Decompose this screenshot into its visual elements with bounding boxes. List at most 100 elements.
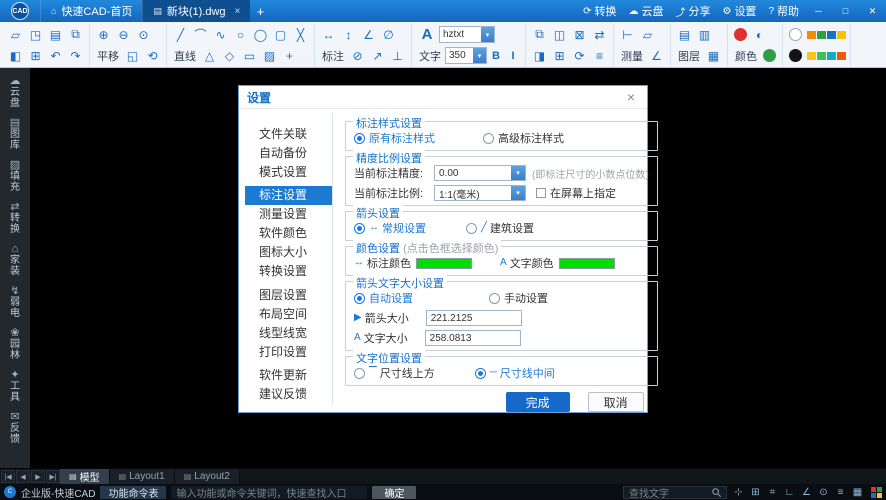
palette-row-1[interactable] (807, 31, 846, 39)
settings-menu-item[interactable]: 文件关联 (245, 125, 332, 144)
line-icon[interactable]: ╱ (171, 25, 190, 44)
save-icon[interactable]: ▤ (46, 25, 65, 44)
snap-icon[interactable]: ⌗ (766, 487, 779, 498)
color-swatch[interactable] (807, 31, 816, 39)
sheet-tab-模型[interactable]: ▤模型 (60, 469, 110, 484)
settings-button[interactable]: ⚙设置 (716, 0, 762, 22)
settings-menu-item[interactable]: 打印设置 (245, 343, 332, 362)
precision-select[interactable]: 0.00 ▾ (434, 165, 526, 181)
invert-color-icon[interactable]: ◐ (750, 25, 769, 44)
arch-arrow-label[interactable]: 建筑设置 (490, 220, 534, 236)
advanced-style-label[interactable]: 高级标注样式 (498, 130, 564, 146)
diamond-icon[interactable]: ◇ (220, 46, 239, 65)
radio-original-style[interactable] (354, 133, 365, 144)
new-file-icon[interactable]: ▱ (6, 25, 25, 44)
find-text-input[interactable]: 查找文字 (623, 486, 727, 499)
text-color-swatch[interactable] (559, 258, 615, 269)
leader-icon[interactable]: ↗ (368, 46, 387, 65)
sheet-nav-button-1[interactable]: ◀ (16, 470, 30, 483)
tab-home[interactable]: ⌂ 快速CAD-首页 (40, 0, 142, 22)
color-swatch[interactable] (827, 52, 836, 60)
grid-icon[interactable]: ⊞ (749, 487, 762, 498)
linear-dim-icon[interactable]: ↔ (319, 25, 338, 44)
dim-color-swatch[interactable] (416, 258, 472, 269)
zoom-out-icon[interactable]: ⊖ (114, 25, 133, 44)
onscreen-checkbox[interactable] (536, 188, 546, 198)
color-swatch[interactable] (837, 52, 846, 60)
palette-icon[interactable] (871, 487, 882, 498)
settings-menu-item[interactable]: 软件更新 (245, 366, 332, 385)
open-file-icon[interactable]: ◳ (26, 25, 45, 44)
color-swatch[interactable] (807, 52, 816, 60)
zoom-in-icon[interactable]: ⊕ (94, 25, 113, 44)
settings-menu-item[interactable]: 自动备份 (245, 144, 332, 163)
sidebar-item-tools[interactable]: ✦工具 (0, 369, 30, 403)
sheet-tab-layout2[interactable]: ▤Layout2 (175, 469, 240, 484)
zoom-window-icon[interactable]: ◱ (123, 46, 142, 65)
settings-menu-item[interactable]: 布局空间 (245, 305, 332, 324)
print-icon[interactable]: ⧉ (66, 25, 85, 44)
zoom-extents-icon[interactable]: ⊙ (134, 25, 153, 44)
sheet-nav-button-0[interactable]: |◀ (1, 470, 15, 483)
radio-auto-size[interactable] (354, 293, 365, 304)
line-button[interactable]: 直线 (171, 48, 199, 64)
erase-cross-icon[interactable]: ╳ (291, 25, 310, 44)
settings-menu-item[interactable]: 标注设置 (245, 186, 332, 205)
hatch-icon[interactable]: ▨ (260, 46, 279, 65)
color-swatch[interactable] (817, 52, 826, 60)
text-icon[interactable]: A (416, 25, 438, 44)
settings-menu-item[interactable]: 建议反馈 (245, 385, 332, 404)
bold-button[interactable]: B (488, 47, 504, 64)
radio-manual-size[interactable] (489, 293, 500, 304)
redo-icon[interactable]: ↷ (66, 46, 85, 65)
text-button[interactable]: 文字 (416, 48, 444, 64)
settings-menu-item[interactable]: 线型线宽 (245, 324, 332, 343)
regular-arrow-label[interactable]: 常规设置 (382, 220, 426, 236)
rectangle-icon[interactable]: ▢ (271, 25, 290, 44)
sidebar-item-feedback[interactable]: ✉反馈 (0, 411, 30, 445)
vertical-dim-icon[interactable]: ↕ (339, 25, 358, 44)
radius-dim-icon[interactable]: ⊘ (348, 46, 367, 65)
white-swatch[interactable] (789, 28, 802, 41)
settings-menu-item[interactable]: 图标大小 (245, 243, 332, 262)
scale-select[interactable]: 1:1(毫米) ▾ (434, 185, 526, 201)
paste-icon[interactable]: ◫ (550, 25, 569, 44)
minimize-button[interactable]: ─ (805, 0, 832, 22)
radio-arch-arrow[interactable] (466, 223, 477, 234)
point-icon[interactable]: + (280, 46, 299, 65)
italic-button[interactable]: I (505, 47, 521, 64)
help-button[interactable]: ?帮助 (762, 0, 805, 22)
middle-line-label[interactable]: 尺寸线中间 (500, 365, 555, 381)
sheet-tab-layout1[interactable]: ▤Layout1 (110, 469, 175, 484)
dropdown-arrow-icon[interactable]: ▾ (481, 27, 494, 42)
cloud-button[interactable]: ☁云盘 (622, 0, 669, 22)
sidebar-item-landscape[interactable]: ❀园林 (0, 327, 30, 361)
color-button[interactable]: 颜色 (732, 48, 760, 64)
tab-close-icon[interactable]: × (231, 6, 241, 17)
rect2-icon[interactable]: ▭ (240, 46, 259, 65)
text-height-select[interactable]: 350▾ (445, 47, 487, 64)
measure-distance-icon[interactable]: ⊢ (618, 25, 637, 44)
onscreen-label[interactable]: 在屏幕上指定 (550, 185, 616, 201)
circle-icon[interactable]: ○ (231, 25, 250, 44)
drawing-canvas[interactable]: 设置 × 文件关联自动备份模式设置标注设置测量设置软件颜色图标大小转换设置图层设… (30, 68, 886, 468)
manual-size-label[interactable]: 手动设置 (504, 290, 548, 306)
zoom-previous-icon[interactable]: ⟲ (143, 46, 162, 65)
measure-angle-icon[interactable]: ∠ (647, 46, 666, 65)
arc-icon[interactable]: ⌒ (191, 25, 210, 44)
color-swatch[interactable] (837, 31, 846, 39)
array-icon[interactable]: ⊞ (550, 46, 569, 65)
offset-icon[interactable]: ≡ (590, 46, 609, 65)
arrow-size-input[interactable]: 221.2125 (426, 310, 522, 326)
osnap-icon[interactable]: ⊙ (817, 487, 830, 498)
undo-icon[interactable]: ↶ (46, 46, 65, 65)
lineweight-icon[interactable]: ≡ (834, 487, 847, 498)
dropdown-arrow-icon[interactable]: ▾ (511, 186, 525, 200)
sheet-nav-button-2[interactable]: ▶ (31, 470, 45, 483)
settings-menu-item[interactable]: 测量设置 (245, 205, 332, 224)
color-swatch[interactable] (827, 31, 836, 39)
layers-icon[interactable]: ▤ (675, 25, 694, 44)
radio-above-line[interactable] (354, 368, 365, 379)
cancel-button[interactable]: 取消 (588, 392, 644, 412)
share-button[interactable]: ⤴分享 (669, 0, 716, 22)
